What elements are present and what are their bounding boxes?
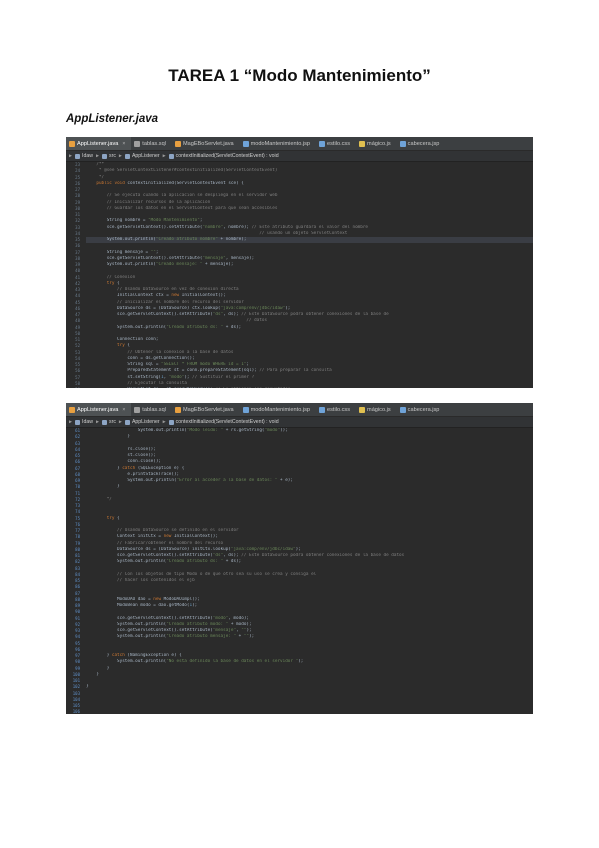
- breadcrumb: ▶ Idaw ▶ src ▶ AppListener ▶ contextInitialized…: [66, 417, 533, 428]
- editor-tab[interactable]: cabecera.jsp: [397, 137, 446, 150]
- chevron-right-icon: ▶: [69, 419, 73, 425]
- package-icon: [102, 153, 107, 159]
- tab-label: tablas.sql: [142, 140, 166, 147]
- package-icon: [124, 153, 130, 159]
- breadcrumb: ▶ Idaw ▶ src ▶ AppListener ▶ contextInitialized…: [66, 151, 533, 162]
- chevron-right-icon: ▶: [69, 153, 73, 159]
- tab-label: tablas.sql: [142, 406, 166, 413]
- tab-label: mágico.js: [367, 406, 391, 413]
- tab-label: AppListener.java: [77, 406, 119, 413]
- file-icon: [134, 140, 141, 147]
- file-icon: [319, 140, 326, 147]
- file-icon: [134, 406, 141, 413]
- package-icon: [75, 419, 81, 425]
- breadcrumb-label: Idaw: [82, 153, 93, 159]
- chevron-right-icon: ▶: [118, 153, 122, 159]
- breadcrumb-label: AppListener: [131, 153, 160, 159]
- document-title: TAREA 1 “Modo Mantenimiento”: [168, 66, 431, 85]
- tab-label: AppListener.java: [77, 140, 119, 147]
- editor-tab[interactable]: mágico.js: [356, 403, 397, 416]
- breadcrumb-item[interactable]: AppListener: [124, 419, 160, 425]
- tab-label: cabecera.jsp: [407, 406, 440, 413]
- editor-tab[interactable]: AppListener.java ×: [66, 403, 132, 416]
- editor-tab-bar: AppListener.java × tablas.sql MagEBoServlet…: [66, 403, 533, 417]
- package-icon: [102, 419, 107, 425]
- tab-label: MagEBoServlet.java: [182, 406, 234, 413]
- file-icon: [69, 406, 75, 413]
- close-icon[interactable]: ×: [122, 407, 125, 413]
- line-number: 59: [66, 387, 83, 388]
- breadcrumb-item[interactable]: Idaw: [75, 419, 93, 425]
- file-icon: [319, 406, 326, 413]
- tab-label: estilo.css: [327, 140, 351, 147]
- close-icon[interactable]: ×: [122, 141, 125, 147]
- chevron-right-icon: ▶: [95, 153, 99, 159]
- file-icon: [242, 140, 249, 147]
- line-number: 106: [72, 709, 80, 714]
- editor-tab-bar: AppListener.java × tablas.sql MagEBoServlet…: [66, 137, 533, 151]
- editor-tab[interactable]: modoMantenimiento.jsp: [240, 137, 316, 150]
- editor-tab[interactable]: MagEBoServlet.java: [172, 403, 240, 416]
- breadcrumb-item[interactable]: src: [102, 153, 116, 159]
- tab-label: estilo.css: [327, 406, 351, 413]
- editor-tab[interactable]: tablas.sql: [131, 137, 172, 150]
- file-icon: [69, 140, 75, 147]
- breadcrumb-item[interactable]: contextInitialized(ServletContextEvent) …: [168, 419, 279, 425]
- editor-tab[interactable]: AppListener.java ×: [66, 137, 132, 150]
- editor-tab[interactable]: cabecera.jsp: [397, 403, 446, 416]
- breadcrumb-label: Idaw: [82, 419, 93, 425]
- tab-label: modoMantenimiento.jsp: [250, 406, 311, 413]
- package-icon: [168, 153, 174, 159]
- breadcrumb-item[interactable]: Idaw: [75, 153, 93, 159]
- file-icon: [359, 140, 366, 147]
- breadcrumb-label: src: [109, 153, 116, 159]
- code-area[interactable]: System.out.println("Modo leido: " + rs.g…: [86, 428, 533, 714]
- file-icon: [399, 406, 406, 413]
- tab-label: mágico.js: [367, 140, 391, 147]
- breadcrumb-label: contextInitialized(ServletContextEvent) …: [175, 419, 279, 425]
- file-icon: [399, 140, 406, 147]
- breadcrumb-label: contextInitialized(ServletContextEvent) …: [175, 153, 279, 159]
- breadcrumb-item[interactable]: contextInitialized(ServletContextEvent) …: [168, 153, 279, 159]
- file-icon: [174, 140, 181, 147]
- code-screenshot-2: AppListener.java × tablas.sql MagEBoServlet…: [66, 403, 533, 714]
- package-icon: [124, 419, 130, 425]
- breadcrumb-label: src: [109, 419, 116, 425]
- file-icon: [242, 406, 249, 413]
- editor-tab[interactable]: MagEBoServlet.java: [172, 137, 240, 150]
- code-screenshot-1: AppListener.java × tablas.sql MagEBoServlet…: [66, 137, 533, 388]
- code-area[interactable]: /** * @see ServletContextListener#contex…: [86, 162, 533, 388]
- file-subtitle: AppListener.java: [66, 113, 159, 125]
- editor-tab[interactable]: estilo.css: [316, 403, 356, 416]
- chevron-right-icon: ▶: [162, 419, 166, 425]
- editor-tab[interactable]: estilo.css: [316, 137, 356, 150]
- breadcrumb-item[interactable]: AppListener: [124, 153, 160, 159]
- tab-label: modoMantenimiento.jsp: [250, 140, 311, 147]
- tab-label: MagEBoServlet.java: [182, 140, 234, 147]
- editor-tab[interactable]: mágico.js: [356, 137, 397, 150]
- file-icon: [359, 406, 366, 413]
- package-icon: [168, 419, 174, 425]
- code-line: ResultSet rs = st.executeQuery(); // Se …: [86, 387, 533, 388]
- chevron-right-icon: ▶: [118, 419, 122, 425]
- editor-tab[interactable]: modoMantenimiento.jsp: [240, 403, 316, 416]
- file-icon: [174, 406, 181, 413]
- chevron-right-icon: ▶: [95, 419, 99, 425]
- tab-label: cabecera.jsp: [407, 140, 440, 147]
- editor-tab[interactable]: tablas.sql: [131, 403, 172, 416]
- package-icon: [75, 153, 81, 159]
- breadcrumb-item[interactable]: src: [102, 419, 116, 425]
- breadcrumb-label: AppListener: [131, 419, 160, 425]
- chevron-right-icon: ▶: [162, 153, 166, 159]
